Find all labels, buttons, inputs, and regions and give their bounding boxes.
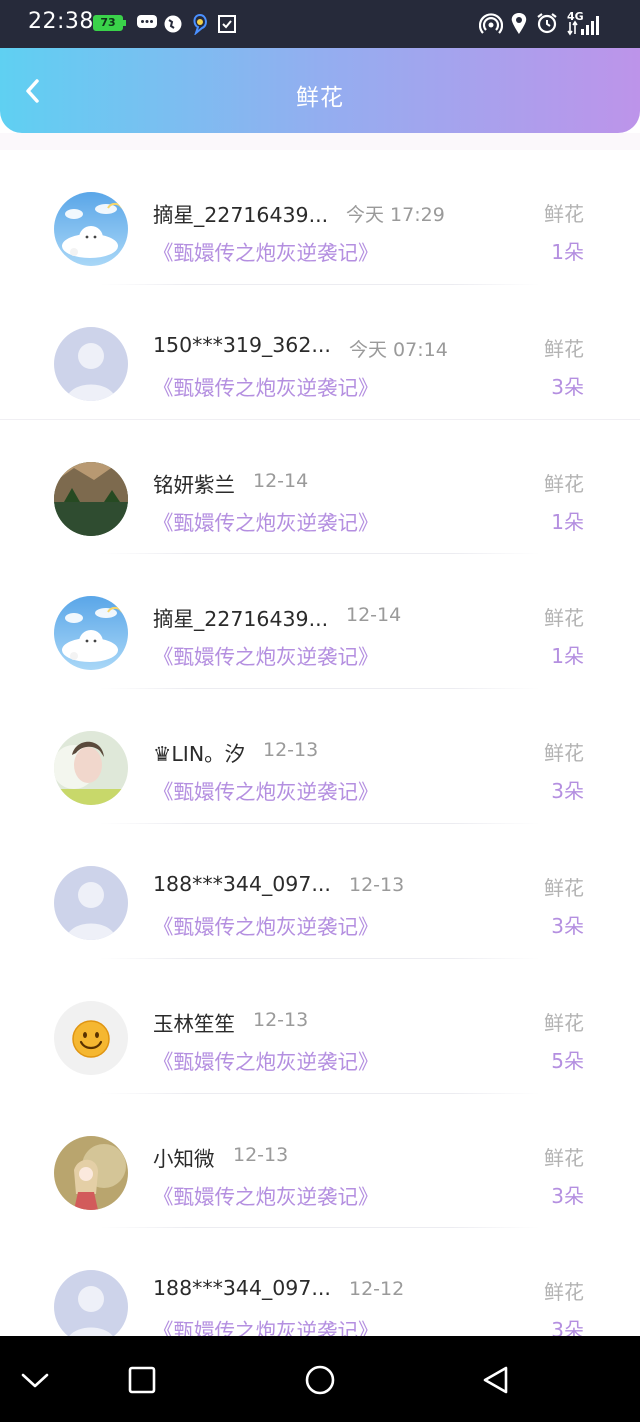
avatar[interactable] (54, 731, 128, 806)
status-bar: 22:38 73 4G (0, 0, 640, 48)
user-name: 铭妍紫兰 (153, 472, 235, 497)
list-item[interactable]: 188***344_097... 12-13 《甄嬛传之炮灰逆袭记》 鲜花 3朵 (0, 824, 640, 959)
timestamp: 今天 07:14 (349, 338, 448, 361)
gift-type-label: 鲜花 (544, 1010, 584, 1035)
user-name: 188***344_097... (153, 871, 331, 896)
signal-icon (567, 16, 599, 36)
hotspot-icon (479, 13, 503, 34)
status-time: 22:38 (28, 9, 94, 34)
header-spacer (0, 133, 640, 150)
home-circle-icon[interactable] (302, 1362, 338, 1398)
book-title-link[interactable]: 《甄嬛传之炮灰逆袭记》 (153, 775, 379, 805)
avatar[interactable] (54, 1000, 128, 1075)
gift-type-label: 鲜花 (544, 606, 584, 631)
gift-type-label: 鲜花 (544, 741, 584, 766)
book-title-link[interactable]: 《甄嬛传之炮灰逆袭记》 (153, 640, 379, 670)
user-name: 摘星_22716439... (153, 203, 329, 227)
timestamp: 12-12 (349, 1278, 405, 1301)
book-title-link[interactable]: 《甄嬛传之炮灰逆袭记》 (153, 506, 379, 536)
avatar[interactable] (54, 1135, 128, 1210)
timestamp: 12-14 (253, 469, 309, 492)
book-title-link[interactable]: 《甄嬛传之炮灰逆袭记》 (153, 371, 379, 401)
back-triangle-icon[interactable] (478, 1362, 514, 1398)
list-item[interactable]: 150***319_362... 今天 07:14 《甄嬛传之炮灰逆袭记》 鲜花 3朵 (0, 285, 640, 420)
gift-count: 3朵 (551, 1318, 584, 1336)
timestamp: 12-13 (263, 739, 319, 762)
gift-type-label: 鲜花 (544, 202, 584, 226)
list-item[interactable]: ♛LIN。汐 12-13 《甄嬛传之炮灰逆袭记》 鲜花 3朵 (0, 689, 640, 824)
user-name: 150***319_362... (153, 332, 331, 357)
avatar[interactable] (54, 865, 128, 940)
book-title-link[interactable]: 《甄嬛传之炮灰逆袭记》 (153, 1314, 379, 1336)
flower-record-list: 摘星_22716439... 今天 17:29 《甄嬛传之炮灰逆袭记》 鲜花 1朵 15… (0, 150, 640, 1336)
list-item[interactable]: 铭妍紫兰 12-14 《甄嬛传之炮灰逆袭记》 鲜花 1朵 (0, 420, 640, 555)
gift-type-label: 鲜花 (544, 875, 584, 900)
gift-count: 3朵 (551, 779, 584, 804)
gift-type-label: 鲜花 (544, 336, 584, 361)
gift-count: 3朵 (551, 374, 584, 399)
avatar[interactable] (54, 596, 128, 671)
user-name: ♛LIN。汐 (153, 742, 246, 767)
user-name: 玉林笙笙 (153, 1011, 235, 1036)
book-title-link[interactable]: 《甄嬛传之炮灰逆袭记》 (153, 1180, 379, 1210)
location-icon (511, 13, 527, 34)
timestamp: 12-13 (253, 1008, 309, 1031)
avatar[interactable] (54, 192, 128, 266)
user-name: 小知微 (153, 1146, 215, 1171)
list-item[interactable]: 摘星_22716439... 今天 17:29 《甄嬛传之炮灰逆袭记》 鲜花 1朵 (0, 150, 640, 285)
gift-type-label: 鲜花 (544, 1280, 584, 1305)
message-icon (137, 15, 157, 28)
gift-count: 1朵 (551, 644, 584, 669)
gift-count: 1朵 (551, 509, 584, 534)
page-title: 鲜花 (296, 85, 344, 111)
list-item[interactable]: 玉林笙笙 12-13 《甄嬛传之炮灰逆袭记》 鲜花 5朵 (0, 959, 640, 1094)
list-item[interactable]: 摘星_22716439... 12-14 《甄嬛传之炮灰逆袭记》 鲜花 1朵 (0, 554, 640, 690)
avatar[interactable] (54, 461, 128, 536)
avatar[interactable] (54, 326, 128, 401)
gift-count: 3朵 (551, 913, 584, 938)
gift-type-label: 鲜花 (544, 1145, 584, 1170)
list-item[interactable]: 小知微 12-13 《甄嬛传之炮灰逆袭记》 鲜花 3朵 (0, 1094, 640, 1229)
globe-icon (164, 15, 182, 33)
avatar[interactable] (54, 1270, 128, 1336)
system-nav-bar (0, 1336, 640, 1422)
list-item[interactable]: 188***344_097... 12-12 《甄嬛传之炮灰逆袭记》 鲜花 3朵 (0, 1228, 640, 1336)
user-name: 188***344_097... (153, 1276, 331, 1301)
user-name: 摘星_22716439... (153, 607, 329, 632)
gift-type-label: 鲜花 (544, 471, 584, 496)
book-title-link[interactable]: 《甄嬛传之炮灰逆袭记》 (153, 1045, 379, 1075)
gift-count: 3朵 (551, 1183, 584, 1208)
battery-icon: 73 (93, 15, 126, 31)
chevron-down-icon[interactable] (17, 1362, 53, 1398)
book-title-link[interactable]: 《甄嬛传之炮灰逆袭记》 (153, 910, 379, 940)
alarm-icon (537, 13, 557, 34)
gift-count: 1朵 (551, 240, 584, 264)
timestamp: 今天 17:29 (346, 204, 445, 226)
timestamp: 12-14 (346, 604, 402, 627)
gift-count: 5朵 (551, 1048, 584, 1073)
screenshot-icon (218, 15, 236, 33)
header-bar: 鲜花 (0, 48, 640, 133)
timestamp: 12-13 (349, 873, 405, 896)
app-icon (193, 13, 207, 35)
recents-square-icon[interactable] (124, 1362, 160, 1398)
book-title-link[interactable]: 《甄嬛传之炮灰逆袭记》 (153, 236, 379, 266)
timestamp: 12-13 (233, 1143, 289, 1166)
